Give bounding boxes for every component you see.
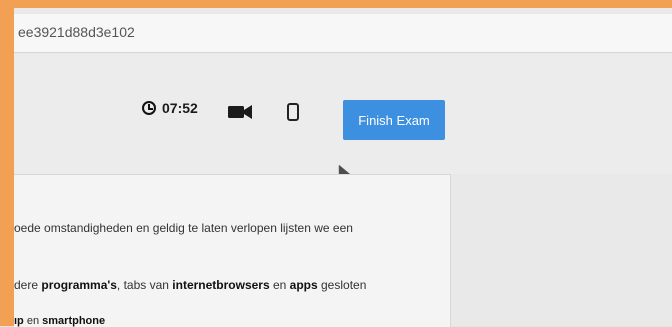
instruction-line-1: oede omstandigheden en geldig te laten v… [14, 221, 353, 235]
instruction-line-2-mid-1: , tabs van [116, 278, 173, 292]
exam-toolbar: 07:52 Finish Exam [14, 54, 672, 174]
timer-value: 07:52 [162, 100, 198, 116]
instruction-line-2-bold-1: programma's [41, 278, 117, 292]
instruction-line-2-bold-2: internetbrowsers [172, 278, 270, 292]
finish-exam-button[interactable]: Finish Exam [343, 100, 445, 140]
instruction-line-3: ıp en smartphone [14, 315, 105, 327]
instruction-line-3-bold-1: ıp [14, 315, 24, 327]
address-bar[interactable]: ee3921d88d3e102 [14, 14, 672, 53]
instruction-line-3-mid: en [23, 315, 43, 327]
instruction-line-2: dere programma's, tabs van internetbrows… [14, 278, 366, 292]
instruction-line-2-suffix: gesloten [317, 278, 367, 292]
smartphone-icon[interactable] [287, 103, 299, 121]
instruction-line-3-bold-2: smartphone [42, 315, 106, 327]
instruction-line-2-prefix: dere [14, 278, 42, 292]
address-bar-url: ee3921d88d3e102 [18, 24, 135, 40]
instruction-line-2-mid-2: en [269, 278, 290, 292]
instruction-line-2-bold-3: apps [289, 278, 318, 292]
clock-icon [142, 101, 156, 115]
exam-instructions-panel: oede omstandigheden en geldig te laten v… [14, 174, 451, 327]
video-camera-icon[interactable] [228, 104, 252, 120]
exam-timer: 07:52 [142, 100, 198, 116]
